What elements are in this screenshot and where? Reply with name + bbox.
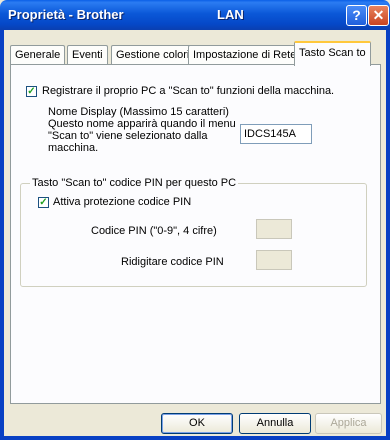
tab-generale[interactable]: Generale (10, 45, 66, 64)
checkmark-icon: ✓ (39, 197, 48, 208)
cancel-button[interactable]: Annulla (239, 413, 311, 434)
close-icon: ✕ (372, 7, 385, 23)
tab-gestione-colori[interactable]: Gestione colori (111, 45, 195, 64)
display-name-line: Questo nome apparirà quando il menu (48, 118, 236, 130)
pin-protection-checkbox[interactable]: ✓ (38, 197, 49, 208)
repin-code-input[interactable] (256, 250, 292, 270)
apply-button[interactable]: Applica (315, 413, 382, 434)
tab-impostazione-di-rete[interactable]: Impostazione di Rete (188, 45, 302, 64)
ok-button[interactable]: OK (161, 413, 233, 434)
window-frame-bottom (0, 436, 390, 440)
tab-eventi[interactable]: Eventi (67, 45, 108, 64)
display-name-line: macchina. (48, 142, 99, 154)
close-button[interactable]: ✕ (368, 5, 389, 26)
register-pc-checkbox[interactable]: ✓ (26, 86, 37, 97)
window-title: Proprietà - Brother (8, 7, 124, 22)
display-name-line: Nome Display (Massimo 15 caratteri) (48, 106, 229, 118)
pin-code-label: Codice PIN ("0-9", 4 cifre) (91, 225, 217, 237)
tab-tasto-scan-to[interactable]: Tasto Scan to (294, 41, 371, 66)
help-button[interactable]: ? (346, 5, 367, 26)
register-pc-label: Registrare il proprio PC a "Scan to" fun… (42, 85, 335, 97)
properties-dialog: Proprietà - Brother LAN ? ✕ Generale Eve… (0, 0, 390, 440)
display-name-line: "Scan to" viene selezionato dalla (48, 130, 208, 142)
checkmark-icon: ✓ (27, 86, 36, 97)
window-frame-left (0, 30, 4, 440)
repin-code-label: Ridigitare codice PIN (121, 256, 224, 268)
pin-group-title: Tasto "Scan to" codice PIN per questo PC (30, 177, 239, 189)
window-frame-right (386, 30, 390, 440)
pin-code-input[interactable] (256, 219, 292, 239)
display-name-input[interactable]: IDCS145A (240, 124, 312, 144)
title-bar[interactable]: Proprietà - Brother LAN ? ✕ (0, 0, 390, 30)
help-icon: ? (352, 7, 361, 23)
display-name-description: Nome Display (Massimo 15 caratteri) Ques… (48, 106, 236, 154)
pin-protection-label: Attiva protezione codice PIN (53, 196, 192, 208)
window-title-device: LAN (217, 7, 244, 22)
